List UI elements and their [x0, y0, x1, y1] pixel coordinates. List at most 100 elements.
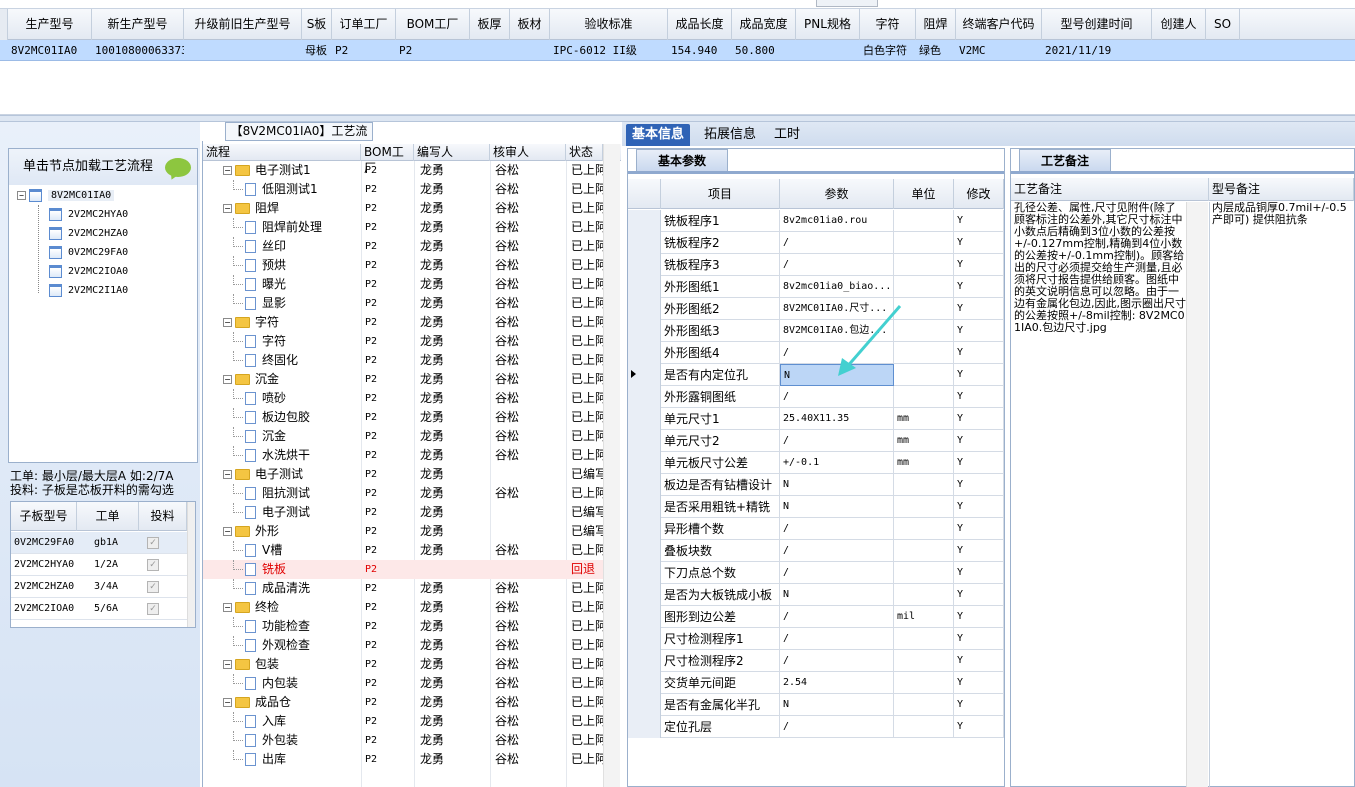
- param-value[interactable]: 8v2mc01ia0_biao...: [780, 276, 894, 298]
- param-value[interactable]: N: [780, 496, 894, 518]
- cell-order_factory[interactable]: P2: [332, 40, 396, 61]
- cell-created[interactable]: 2021/11/19: [1042, 40, 1152, 61]
- param-value[interactable]: 8v2mc01ia0.rou: [780, 210, 894, 232]
- row-selector[interactable]: [628, 452, 661, 474]
- param-row[interactable]: 是否有金属化半孔 N Y: [628, 694, 1004, 716]
- cell-width[interactable]: 50.800: [732, 40, 796, 61]
- row-selector[interactable]: [628, 430, 661, 452]
- cell-creator[interactable]: [1152, 40, 1206, 61]
- collapse-icon[interactable]: −: [223, 527, 232, 536]
- flow-col-header[interactable]: BOM工厂: [361, 144, 414, 175]
- flow-group-row[interactable]: − 外形 P2 龙勇 已编写: [203, 522, 603, 541]
- param-value[interactable]: N: [780, 694, 894, 716]
- param-value[interactable]: /: [780, 562, 894, 584]
- cell-new_model[interactable]: 10010800063373: [92, 40, 184, 61]
- col-header-so[interactable]: SO: [1206, 9, 1240, 41]
- row-selector[interactable]: [628, 496, 661, 518]
- row-selector[interactable]: [628, 606, 661, 628]
- row-selector[interactable]: [628, 320, 661, 342]
- col-header-order_factory[interactable]: 订单工厂: [332, 9, 396, 41]
- cell-mask[interactable]: 绿色: [916, 40, 956, 61]
- param-row[interactable]: 叠板块数 / Y: [628, 540, 1004, 562]
- sub-col-header[interactable]: 子板型号: [11, 502, 77, 531]
- cell-thickness[interactable]: [470, 40, 510, 61]
- col-header-customer[interactable]: 终端客户代码: [956, 9, 1042, 41]
- collapse-icon[interactable]: −: [223, 698, 232, 707]
- col-header-material[interactable]: 板材: [510, 9, 550, 41]
- row-selector[interactable]: [628, 628, 661, 650]
- param-value[interactable]: 25.40X11.35: [780, 408, 894, 430]
- collapse-icon[interactable]: −: [223, 603, 232, 612]
- flow-step-row[interactable]: 成品清洗 P2 龙勇 谷松 已上阿: [203, 579, 603, 598]
- flow-step-row[interactable]: 板边包胶 P2 龙勇 谷松 已上阿: [203, 408, 603, 427]
- sub-board-row[interactable]: 0V2MC29FA0 gb1A ✓: [11, 532, 187, 554]
- param-row[interactable]: 尺寸检测程序1/ Y: [628, 628, 1004, 650]
- sub-board-row[interactable]: 2V2MC2HYA0 1/2A ✓: [11, 554, 187, 576]
- flow-step-row[interactable]: 外包装 P2 龙勇 谷松 已上阿: [203, 731, 603, 750]
- notes-scrollbar[interactable]: [1186, 202, 1208, 787]
- collapse-handle[interactable]: [816, 0, 878, 7]
- tree-node-child[interactable]: 0V2MC29FA0: [49, 244, 128, 261]
- col-header-mask[interactable]: 阻焊: [916, 9, 956, 41]
- param-row[interactable]: 尺寸检测程序2/ Y: [628, 650, 1004, 672]
- tree-node-child[interactable]: 2V2MC2IOA0: [49, 263, 128, 280]
- model-note-text[interactable]: 内层成品铜厚0.7mil+/-0.5产即可) 提供阻抗条: [1212, 202, 1354, 782]
- flow-step-row[interactable]: 喷砂 P2 龙勇 谷松 已上阿: [203, 389, 603, 408]
- flow-step-row[interactable]: 低阻测试1 P2 龙勇 谷松 已上阿: [203, 180, 603, 199]
- flow-step-row[interactable]: 丝印 P2 龙勇 谷松 已上阿: [203, 237, 603, 256]
- col-header-s_board[interactable]: S板: [302, 9, 332, 41]
- flow-col-header[interactable]: 核审人: [490, 144, 566, 161]
- col-header-creator[interactable]: 创建人: [1152, 9, 1206, 41]
- row-selector[interactable]: [628, 518, 661, 540]
- col-header-old_model[interactable]: 升级前旧生产型号: [184, 9, 302, 41]
- collapse-icon[interactable]: −: [223, 204, 232, 213]
- process-notes-tab[interactable]: 工艺备注: [1019, 149, 1111, 172]
- param-row[interactable]: 外形图纸3 8V2MC01IA0.包边... Y: [628, 320, 1004, 342]
- param-row[interactable]: 交货单元间距 2.54 Y: [628, 672, 1004, 694]
- param-value[interactable]: /: [780, 254, 894, 276]
- collapse-icon[interactable]: −: [223, 166, 232, 175]
- col-header-thickness[interactable]: 板厚: [470, 9, 510, 41]
- cell-s_board[interactable]: 母板: [302, 40, 332, 61]
- col-header-length[interactable]: 成品长度: [668, 9, 732, 41]
- flow-step-row[interactable]: 曝光 P2 龙勇 谷松 已上阿: [203, 275, 603, 294]
- row-selector[interactable]: [628, 386, 661, 408]
- param-value[interactable]: /: [780, 628, 894, 650]
- sub-col-header[interactable]: 投料: [139, 502, 187, 531]
- param-value[interactable]: /: [780, 650, 894, 672]
- col-header-width[interactable]: 成品宽度: [732, 9, 796, 41]
- row-selector[interactable]: [628, 716, 661, 738]
- flow-group-row[interactable]: − 包装 P2 龙勇 谷松 已上阿: [203, 655, 603, 674]
- param-value[interactable]: /: [780, 518, 894, 540]
- flow-col-header[interactable]: 状态: [566, 144, 603, 161]
- flow-group-row[interactable]: − 字符 P2 龙勇 谷松 已上阿: [203, 313, 603, 332]
- collapse-icon[interactable]: −: [223, 660, 232, 669]
- flow-step-row[interactable]: 显影 P2 龙勇 谷松 已上阿: [203, 294, 603, 313]
- param-row[interactable]: 铣板程序3/ Y: [628, 254, 1004, 276]
- model-grid-row-selected[interactable]: 8V2MC01IA0 10010800063373 母板 P2 P2 IPC-6012 I…: [0, 40, 1355, 61]
- row-selector[interactable]: [628, 342, 661, 364]
- flow-step-row[interactable]: 终固化 P2 龙勇 谷松 已上阿: [203, 351, 603, 370]
- row-selector[interactable]: [628, 672, 661, 694]
- param-value[interactable]: /: [780, 716, 894, 738]
- flow-step-row[interactable]: 字符 P2 龙勇 谷松 已上阿: [203, 332, 603, 351]
- basic-params-tab[interactable]: 基本参数: [636, 149, 728, 172]
- tab-extended-info[interactable]: 拓展信息: [698, 124, 762, 146]
- flow-step-row[interactable]: 阻抗测试 P2 龙勇 谷松 已上阿: [203, 484, 603, 503]
- row-selector[interactable]: [628, 474, 661, 496]
- param-value[interactable]: /: [780, 386, 894, 408]
- flow-step-row[interactable]: 出库 P2 龙勇 谷松 已上阿: [203, 750, 603, 769]
- param-row[interactable]: 铣板程序1 8v2mc01ia0.rou Y: [628, 210, 1004, 232]
- sub-board-row[interactable]: 2V2MC2HZA0 3/4A ✓: [11, 576, 187, 598]
- flow-step-row[interactable]: 铣板 P2 回退: [203, 560, 603, 579]
- row-selector[interactable]: [628, 562, 661, 584]
- param-row[interactable]: 定位孔层 / Y: [628, 716, 1004, 738]
- vertical-scrollbar[interactable]: [603, 144, 620, 787]
- col-header-pnl[interactable]: PNL规格: [796, 9, 860, 41]
- param-row[interactable]: 外形露铜图纸 / Y: [628, 386, 1004, 408]
- sub-grid-scrollbar[interactable]: [187, 502, 195, 627]
- param-row[interactable]: 是否有内定位孔 N Y: [628, 364, 1004, 386]
- params-col-header[interactable]: 参数: [780, 179, 894, 209]
- row-selector[interactable]: [628, 540, 661, 562]
- tab-basic-info[interactable]: 基本信息: [626, 124, 691, 146]
